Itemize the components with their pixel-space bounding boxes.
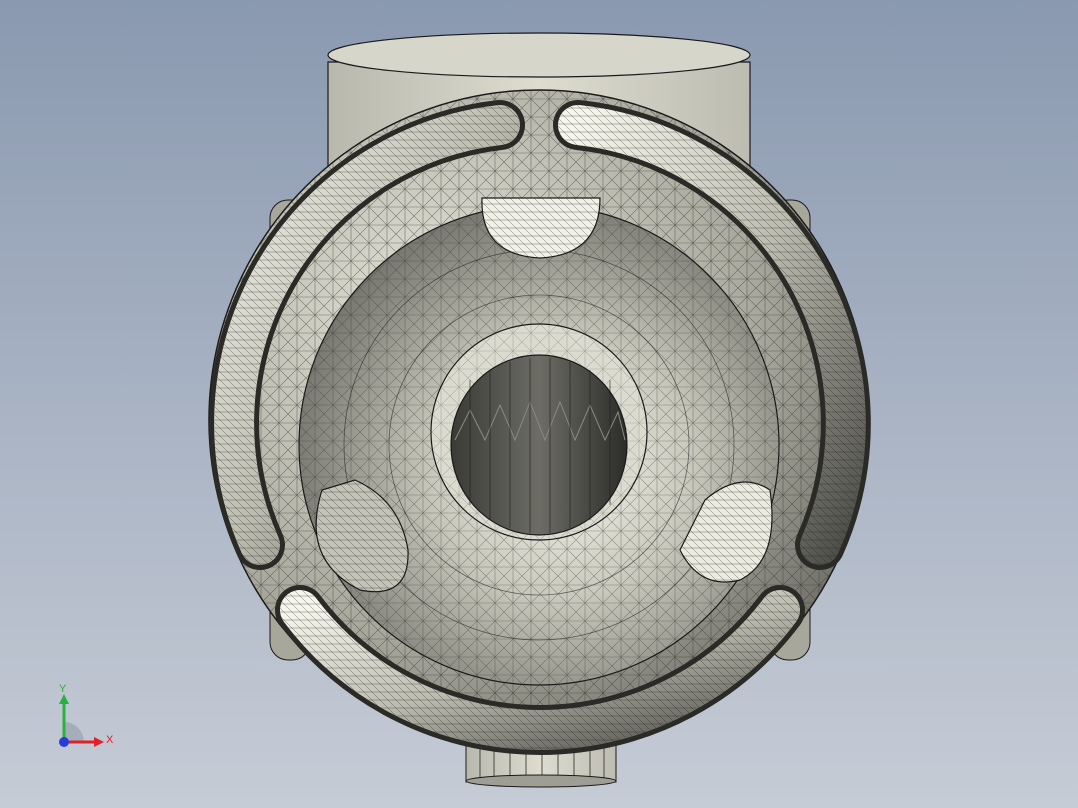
x-axis-label: X — [106, 734, 114, 746]
center-bore — [450, 354, 628, 536]
central-boss — [430, 323, 648, 541]
graphics-viewport[interactable]: Y X — [0, 0, 1078, 808]
y-axis-label: Y — [59, 683, 67, 695]
z-axis-icon — [59, 737, 69, 747]
coordinate-triad: Y X — [48, 684, 118, 754]
model-view[interactable] — [0, 0, 1078, 808]
